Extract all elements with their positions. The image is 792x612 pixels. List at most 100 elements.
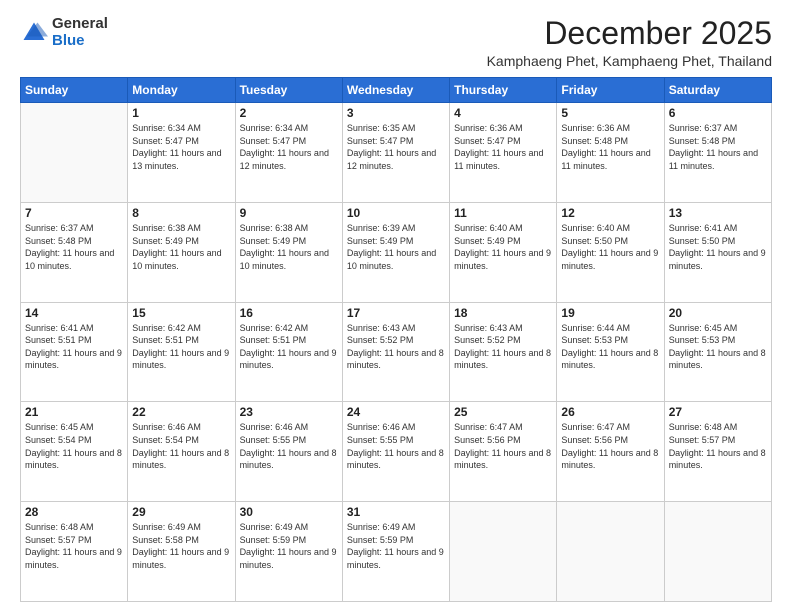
- day-info: Sunrise: 6:46 AMSunset: 5:55 PMDaylight:…: [240, 421, 338, 471]
- day-info: Sunrise: 6:48 AMSunset: 5:57 PMDaylight:…: [669, 421, 767, 471]
- cell-w2-d1: 7 Sunrise: 6:37 AMSunset: 5:48 PMDaylight…: [21, 202, 128, 302]
- month-year-title: December 2025: [487, 16, 772, 51]
- cell-w4-d1: 21 Sunrise: 6:45 AMSunset: 5:54 PMDayligh…: [21, 402, 128, 502]
- cell-w2-d4: 10 Sunrise: 6:39 AMSunset: 5:49 PMDayligh…: [342, 202, 449, 302]
- day-number: 10: [347, 206, 445, 220]
- day-info: Sunrise: 6:45 AMSunset: 5:54 PMDaylight:…: [25, 421, 123, 471]
- day-info: Sunrise: 6:40 AMSunset: 5:50 PMDaylight:…: [561, 222, 659, 272]
- cell-w3-d7: 20Sunrise: 6:45 AMSunset: 5:53 PMDayligh…: [664, 302, 771, 402]
- cell-w3-d6: 19 Sunrise: 6:44 AMSunset: 5:53 PMDayligh…: [557, 302, 664, 402]
- calendar-table: Sunday Monday Tuesday Wednesday Thursday…: [20, 77, 772, 602]
- day-info: Sunrise: 6:49 AMSunset: 5:59 PMDaylight:…: [240, 521, 338, 571]
- day-number: 31: [347, 505, 445, 519]
- cell-w1-d7: 6Sunrise: 6:37 AMSunset: 5:48 PMDaylight…: [664, 103, 771, 203]
- day-info: Sunrise: 6:37 AMSunset: 5:48 PMDaylight:…: [669, 122, 767, 172]
- cell-w4-d2: 22 Sunrise: 6:46 AMSunset: 5:54 PMDayligh…: [128, 402, 235, 502]
- day-number: 3: [347, 106, 445, 120]
- cell-w5-d1: 28 Sunrise: 6:48 AMSunset: 5:57 PMDayligh…: [21, 502, 128, 602]
- day-number: 18: [454, 306, 552, 320]
- day-number: 17: [347, 306, 445, 320]
- day-number: 8: [132, 206, 230, 220]
- day-info: Sunrise: 6:41 AMSunset: 5:51 PMDaylight:…: [25, 322, 123, 372]
- cell-w2-d5: 11 Sunrise: 6:40 AMSunset: 5:49 PMDayligh…: [450, 202, 557, 302]
- cell-w4-d4: 24Sunrise: 6:46 AMSunset: 5:55 PMDayligh…: [342, 402, 449, 502]
- cell-w2-d3: 9 Sunrise: 6:38 AMSunset: 5:49 PMDaylight…: [235, 202, 342, 302]
- day-info: Sunrise: 6:48 AMSunset: 5:57 PMDaylight:…: [25, 521, 123, 571]
- page: General Blue December 2025 Kamphaeng Phe…: [0, 0, 792, 612]
- day-info: Sunrise: 6:36 AMSunset: 5:47 PMDaylight:…: [454, 122, 552, 172]
- cell-w2-d2: 8 Sunrise: 6:38 AMSunset: 5:49 PMDaylight…: [128, 202, 235, 302]
- day-info: Sunrise: 6:41 AMSunset: 5:50 PMDaylight:…: [669, 222, 767, 272]
- day-number: 29: [132, 505, 230, 519]
- day-number: 5: [561, 106, 659, 120]
- day-number: 21: [25, 405, 123, 419]
- cell-w3-d3: 16Sunrise: 6:42 AMSunset: 5:51 PMDayligh…: [235, 302, 342, 402]
- day-info: Sunrise: 6:44 AMSunset: 5:53 PMDaylight:…: [561, 322, 659, 372]
- cell-w1-d6: 5 Sunrise: 6:36 AMSunset: 5:48 PMDaylight…: [557, 103, 664, 203]
- cell-w4-d6: 26Sunrise: 6:47 AMSunset: 5:56 PMDayligh…: [557, 402, 664, 502]
- day-info: Sunrise: 6:42 AMSunset: 5:51 PMDaylight:…: [240, 322, 338, 372]
- day-info: Sunrise: 6:37 AMSunset: 5:48 PMDaylight:…: [25, 222, 123, 272]
- day-info: Sunrise: 6:35 AMSunset: 5:47 PMDaylight:…: [347, 122, 445, 172]
- week-row-4: 21 Sunrise: 6:45 AMSunset: 5:54 PMDayligh…: [21, 402, 772, 502]
- day-info: Sunrise: 6:43 AMSunset: 5:52 PMDaylight:…: [347, 322, 445, 372]
- day-info: Sunrise: 6:34 AMSunset: 5:47 PMDaylight:…: [132, 122, 230, 172]
- day-info: Sunrise: 6:36 AMSunset: 5:48 PMDaylight:…: [561, 122, 659, 172]
- day-number: 28: [25, 505, 123, 519]
- day-number: 23: [240, 405, 338, 419]
- day-number: 27: [669, 405, 767, 419]
- cell-w5-d6: [557, 502, 664, 602]
- cell-w4-d3: 23 Sunrise: 6:46 AMSunset: 5:55 PMDayligh…: [235, 402, 342, 502]
- cell-w4-d7: 27 Sunrise: 6:48 AMSunset: 5:57 PMDayligh…: [664, 402, 771, 502]
- cell-w3-d5: 18 Sunrise: 6:43 AMSunset: 5:52 PMDayligh…: [450, 302, 557, 402]
- col-saturday: Saturday: [664, 78, 771, 103]
- day-number: 12: [561, 206, 659, 220]
- day-number: 4: [454, 106, 552, 120]
- day-info: Sunrise: 6:34 AMSunset: 5:47 PMDaylight:…: [240, 122, 338, 172]
- day-info: Sunrise: 6:43 AMSunset: 5:52 PMDaylight:…: [454, 322, 552, 372]
- day-number: 11: [454, 206, 552, 220]
- day-number: 20: [669, 306, 767, 320]
- cell-w1-d4: 3 Sunrise: 6:35 AMSunset: 5:47 PMDaylight…: [342, 103, 449, 203]
- day-number: 14: [25, 306, 123, 320]
- day-info: Sunrise: 6:38 AMSunset: 5:49 PMDaylight:…: [132, 222, 230, 272]
- day-number: 9: [240, 206, 338, 220]
- logo-blue-text: Blue: [52, 32, 85, 49]
- cell-w4-d5: 25 Sunrise: 6:47 AMSunset: 5:56 PMDayligh…: [450, 402, 557, 502]
- day-info: Sunrise: 6:46 AMSunset: 5:55 PMDaylight:…: [347, 421, 445, 471]
- cell-w2-d7: 13 Sunrise: 6:41 AMSunset: 5:50 PMDayligh…: [664, 202, 771, 302]
- week-row-3: 14 Sunrise: 6:41 AMSunset: 5:51 PMDayligh…: [21, 302, 772, 402]
- day-info: Sunrise: 6:46 AMSunset: 5:54 PMDaylight:…: [132, 421, 230, 471]
- day-info: Sunrise: 6:49 AMSunset: 5:59 PMDaylight:…: [347, 521, 445, 571]
- day-number: 2: [240, 106, 338, 120]
- day-number: 19: [561, 306, 659, 320]
- week-row-5: 28 Sunrise: 6:48 AMSunset: 5:57 PMDayligh…: [21, 502, 772, 602]
- calendar-header-row: Sunday Monday Tuesday Wednesday Thursday…: [21, 78, 772, 103]
- cell-w3-d2: 15 Sunrise: 6:42 AMSunset: 5:51 PMDayligh…: [128, 302, 235, 402]
- logo: General Blue: [20, 16, 108, 49]
- day-info: Sunrise: 6:39 AMSunset: 5:49 PMDaylight:…: [347, 222, 445, 272]
- col-friday: Friday: [557, 78, 664, 103]
- day-number: 22: [132, 405, 230, 419]
- cell-w3-d1: 14 Sunrise: 6:41 AMSunset: 5:51 PMDayligh…: [21, 302, 128, 402]
- cell-w5-d3: 30 Sunrise: 6:49 AMSunset: 5:59 PMDayligh…: [235, 502, 342, 602]
- day-info: Sunrise: 6:40 AMSunset: 5:49 PMDaylight:…: [454, 222, 552, 272]
- day-number: 25: [454, 405, 552, 419]
- cell-w1-d5: 4 Sunrise: 6:36 AMSunset: 5:47 PMDaylight…: [450, 103, 557, 203]
- col-thursday: Thursday: [450, 78, 557, 103]
- cell-w5-d4: 31 Sunrise: 6:49 AMSunset: 5:59 PMDayligh…: [342, 502, 449, 602]
- col-monday: Monday: [128, 78, 235, 103]
- header: General Blue December 2025 Kamphaeng Phe…: [20, 16, 772, 69]
- cell-w2-d6: 12 Sunrise: 6:40 AMSunset: 5:50 PMDayligh…: [557, 202, 664, 302]
- day-number: 1: [132, 106, 230, 120]
- cell-w5-d5: [450, 502, 557, 602]
- day-number: 30: [240, 505, 338, 519]
- day-info: Sunrise: 6:38 AMSunset: 5:49 PMDaylight:…: [240, 222, 338, 272]
- day-number: 7: [25, 206, 123, 220]
- cell-w1-d1: [21, 103, 128, 203]
- day-number: 15: [132, 306, 230, 320]
- day-info: Sunrise: 6:47 AMSunset: 5:56 PMDaylight:…: [454, 421, 552, 471]
- logo-general-text: General: [52, 15, 108, 32]
- day-number: 13: [669, 206, 767, 220]
- day-info: Sunrise: 6:42 AMSunset: 5:51 PMDaylight:…: [132, 322, 230, 372]
